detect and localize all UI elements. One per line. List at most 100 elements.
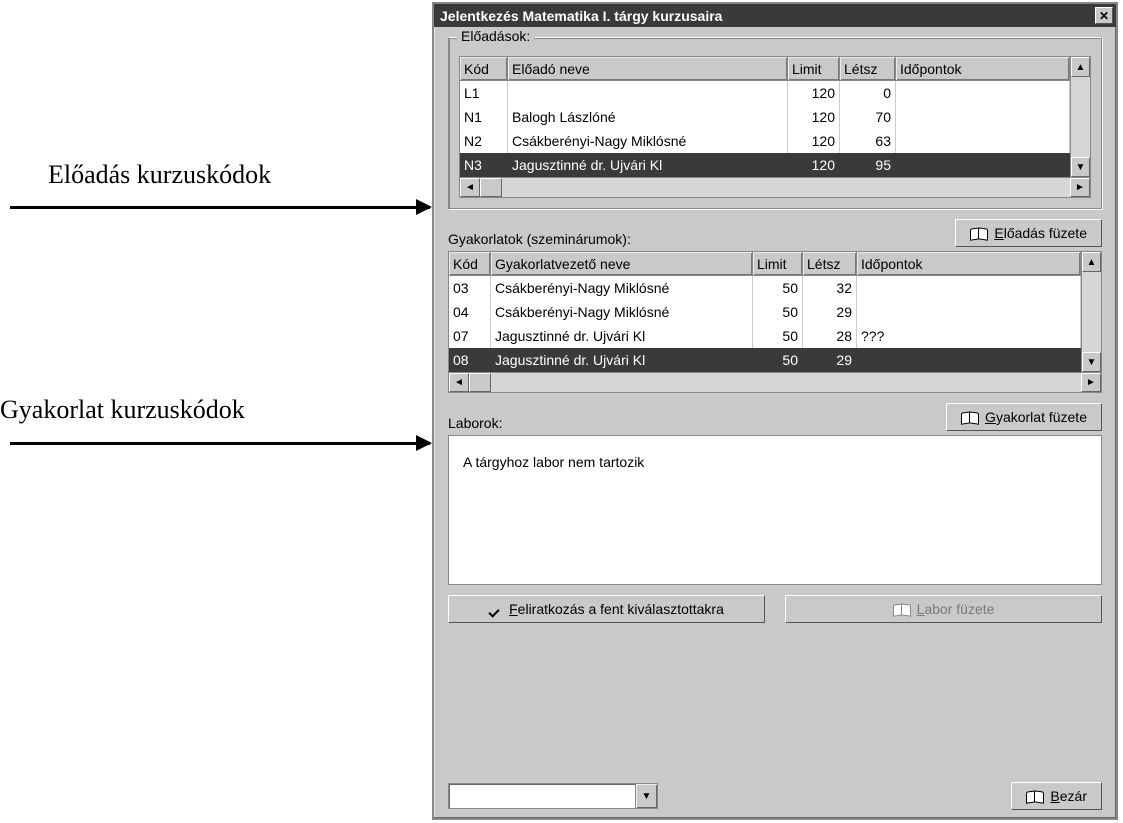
lectures-hscroll[interactable]: ◄ ► [459,178,1091,198]
labs-section-label: Laborok: [448,415,502,431]
book-icon [970,226,988,240]
cell: 120 [788,129,840,153]
cell: N2 [460,129,508,153]
cell [508,81,788,105]
labs-box: A tárgyhoz labor nem tartozik [448,435,1102,585]
labs-empty-text: A tárgyhoz labor nem tartozik [463,454,644,470]
scroll-up-icon[interactable]: ▲ [1082,252,1101,272]
status-combo[interactable]: ▼ [448,783,658,809]
practices-col-letsz[interactable]: Létsz [803,252,857,275]
cell: Csákberényi-Nagy Miklósné [491,276,753,300]
window-title: Jelentkezés Matematika I. tárgy kurzusai… [440,8,722,24]
scroll-track[interactable] [1082,272,1101,352]
cell: N3 [460,153,508,177]
practices-col-ido[interactable]: Időpontok [857,252,1081,275]
cell: 29 [803,300,857,324]
cell: 120 [788,153,840,177]
lectures-list: Kód Előadó neve Limit Létsz Időpontok L1… [459,56,1091,178]
cell: 07 [449,324,491,348]
arrow-practice-codes [10,442,430,445]
scroll-down-icon[interactable]: ▼ [1082,352,1101,372]
check-icon [489,602,503,616]
dialog-window: Jelentkezés Matematika I. tárgy kurzusai… [432,2,1118,820]
cell: 120 [788,105,840,129]
table-row[interactable]: 08Jagusztinné dr. Ujvári Kl5029 [449,348,1081,372]
cell: Jagusztinné dr. Ujvári Kl [491,324,753,348]
lectures-header-row: Kód Előadó neve Limit Létsz Időpontok [460,57,1070,81]
cell: L1 [460,81,508,105]
lectures-col-ido[interactable]: Időpontok [896,57,1070,80]
cell: Jagusztinné dr. Ujvári Kl [491,348,753,372]
cell: 70 [840,105,896,129]
cell: 50 [753,348,803,372]
cell: 50 [753,300,803,324]
cell: Jagusztinné dr. Ujvári Kl [508,153,788,177]
lectures-col-kod[interactable]: Kód [460,57,508,80]
lectures-col-nev[interactable]: Előadó neve [508,57,788,80]
book-icon [961,410,979,424]
scroll-right-icon[interactable]: ► [1081,373,1101,392]
cell: Csákberényi-Nagy Miklósné [508,129,788,153]
close-icon[interactable]: ✕ [1095,7,1113,24]
cell: 04 [449,300,491,324]
lectures-col-limit[interactable]: Limit [788,57,840,80]
lectures-col-letsz[interactable]: Létsz [840,57,896,80]
scroll-track[interactable] [1071,77,1090,157]
cell: 0 [840,81,896,105]
practices-section-label: Gyakorlatok (szeminárumok): [448,231,631,247]
cell: Csákberényi-Nagy Miklósné [491,300,753,324]
cell: 29 [803,348,857,372]
practice-notes-button[interactable]: Gyakorlat füzete [946,403,1102,431]
cell: N1 [460,105,508,129]
book-icon [893,602,911,616]
cell: 03 [449,276,491,300]
table-row[interactable]: N2Csákberényi-Nagy Miklósné12063 [460,129,1070,153]
subscribe-button[interactable]: Feliratkozás a fent kiválasztottakra [448,595,765,623]
cell: 95 [840,153,896,177]
scroll-left-icon[interactable]: ◄ [460,178,480,197]
cell [896,105,1070,129]
cell: 08 [449,348,491,372]
scroll-up-icon[interactable]: ▲ [1071,57,1090,77]
scroll-thumb[interactable] [480,178,502,197]
table-row[interactable]: N3Jagusztinné dr. Ujvári Kl12095 [460,153,1070,177]
scroll-left-icon[interactable]: ◄ [449,373,469,392]
cell: ??? [857,324,1081,348]
practices-col-kod[interactable]: Kód [449,252,491,275]
table-row[interactable]: 04Csákberényi-Nagy Miklósné5029 [449,300,1081,324]
table-row[interactable]: 07Jagusztinné dr. Ujvári Kl5028??? [449,324,1081,348]
cell: 32 [803,276,857,300]
practices-list: Kód Gyakorlatvezető neve Limit Létsz Idő… [448,251,1102,373]
scroll-down-icon[interactable]: ▼ [1071,157,1090,177]
table-row[interactable]: 03Csákberényi-Nagy Miklósné5032 [449,276,1081,300]
annotation-lecture-codes: Előadás kurzuskódok [48,160,271,190]
scroll-right-icon[interactable]: ► [1070,178,1090,197]
cell [857,276,1081,300]
practices-col-nev[interactable]: Gyakorlatvezető neve [491,252,753,275]
chevron-down-icon[interactable]: ▼ [635,784,657,808]
practices-hscroll[interactable]: ◄ ► [448,373,1102,393]
cell: 120 [788,81,840,105]
book-icon [1026,789,1044,803]
scroll-thumb[interactable] [469,373,491,392]
table-row[interactable]: N1Balogh Lászlóné12070 [460,105,1070,129]
cell: Balogh Lászlóné [508,105,788,129]
cell [896,81,1070,105]
arrow-lecture-codes [10,206,430,209]
cell: 28 [803,324,857,348]
cell: 50 [753,276,803,300]
cell [896,153,1070,177]
lectures-vscroll[interactable]: ▲ ▼ [1070,57,1090,177]
lectures-group: Előadások: Kód Előadó neve Limit Létsz I… [448,37,1102,209]
annotation-practice-codes: Gyakorlat kurzuskódok [0,395,245,425]
status-combo-value [449,784,635,808]
lab-notes-button: Labor füzete [785,595,1102,623]
practices-vscroll[interactable]: ▲ ▼ [1081,252,1101,372]
table-row[interactable]: L1 1200 [460,81,1070,105]
lecture-notes-button[interactable]: Előadás füzete [955,219,1102,247]
cell [857,348,1081,372]
lectures-group-label: Előadások: [457,28,534,44]
close-button[interactable]: Bezár [1011,782,1102,810]
titlebar[interactable]: Jelentkezés Matematika I. tárgy kurzusai… [434,4,1116,27]
practices-col-limit[interactable]: Limit [753,252,803,275]
